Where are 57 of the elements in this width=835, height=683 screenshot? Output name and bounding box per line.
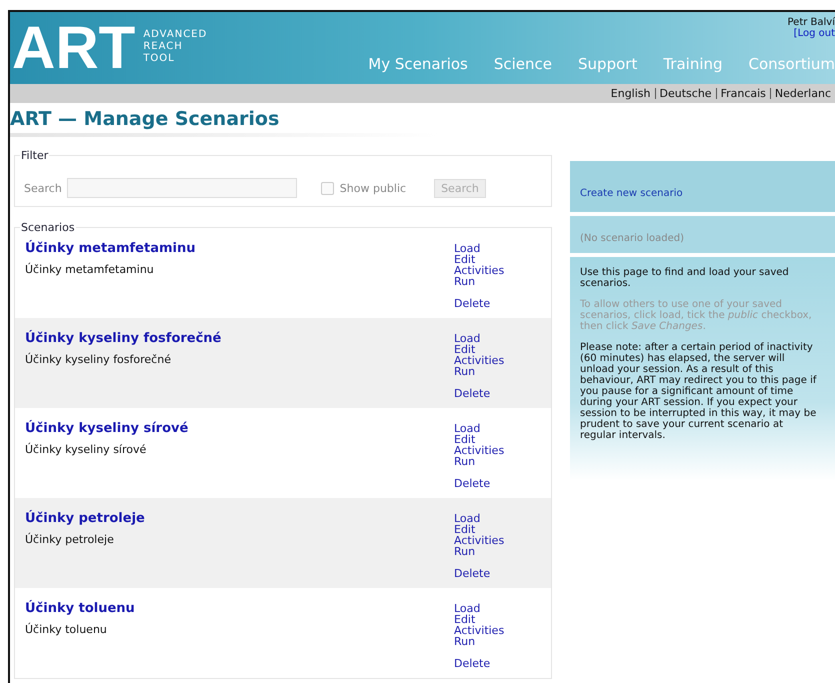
delete-link[interactable]: Delete xyxy=(454,658,551,669)
help-text: Use this page to find and load your saved scenarios. xyxy=(580,267,790,289)
action-link[interactable]: Load xyxy=(454,243,551,254)
action-link[interactable]: Load xyxy=(454,603,551,614)
action-link[interactable]: Run xyxy=(454,636,551,647)
language-link[interactable]: Deutsche xyxy=(654,88,716,99)
delete-link[interactable]: Delete xyxy=(454,568,551,579)
scenario-description: Účinky metamfetaminu xyxy=(25,263,155,276)
help-text: To allow others to use one of your saved scenarios, click load, tick the public checkbox, then click Save Changes. xyxy=(580,299,813,332)
action-link[interactable]: Run xyxy=(454,276,551,287)
action-link[interactable]: Edit xyxy=(454,254,551,265)
action-link[interactable]: Run xyxy=(454,546,551,557)
scenario-title[interactable]: Účinky petroleje xyxy=(25,511,145,526)
action-link[interactable]: Edit xyxy=(454,614,551,625)
help-text: Please note: after a certain period of inactivity (60 minutes) has elapsed, the server will unload your session. As a result of this behaviour, ART may redirect you to this page if you pause for a significant amount of time during your ART session. If you expect your session to be interrupted in this way, it may be prudent to save your current scenario at regular intervals. xyxy=(580,342,818,441)
scenario-description: Účinky petroleje xyxy=(25,533,115,546)
scenario-title[interactable]: Účinky kyseliny sírové xyxy=(25,421,188,436)
logo-text: REACH xyxy=(143,41,184,53)
action-link[interactable]: Activities xyxy=(454,625,551,636)
scenario-description: Účinky kyseliny fosforečné xyxy=(25,353,172,366)
loaded-status: (No scenario loaded) xyxy=(580,233,684,244)
language-link[interactable]: Nederlanc xyxy=(770,88,835,99)
action-link[interactable]: Load xyxy=(454,333,551,344)
action-link[interactable]: Activities xyxy=(454,265,551,276)
delete-link[interactable]: Delete xyxy=(454,478,551,489)
action-link[interactable]: Edit xyxy=(454,524,551,535)
create-scenario-link[interactable]: Create new scenario xyxy=(580,188,683,199)
action-link[interactable]: Run xyxy=(454,366,551,377)
search-field[interactable] xyxy=(66,178,297,198)
scenario-title[interactable]: Účinky kyseliny fosforečné xyxy=(25,331,222,346)
scenario-description: Účinky kyseliny sírové xyxy=(25,443,148,456)
scenarios-legend: Scenarios xyxy=(20,221,76,234)
logo-text: ADVANCED xyxy=(143,29,208,41)
show-public-checkbox[interactable] xyxy=(320,182,334,194)
page-title: ART — Manage Scenarios xyxy=(10,107,280,132)
language-link[interactable]: English xyxy=(606,88,655,99)
scenario-title[interactable]: Účinky toluenu xyxy=(25,601,135,616)
action-link[interactable]: Edit xyxy=(454,344,551,355)
language-link[interactable]: Francais xyxy=(716,88,770,99)
show-public-label: Show public xyxy=(340,182,406,194)
logo-text: TOOL xyxy=(143,53,176,65)
delete-link[interactable]: Delete xyxy=(454,298,551,309)
logout-link[interactable]: [Log out xyxy=(794,28,835,39)
logo-mark: ART xyxy=(12,15,136,81)
delete-link[interactable]: Delete xyxy=(454,388,551,399)
action-link[interactable]: Activities xyxy=(454,355,551,366)
search-label: Search xyxy=(24,182,62,194)
filter-legend: Filter xyxy=(20,149,50,162)
action-link[interactable]: Run xyxy=(454,456,551,467)
scenario-title[interactable]: Účinky metamfetaminu xyxy=(25,241,196,256)
scenario-description: Účinky toluenu xyxy=(25,623,108,636)
action-link[interactable]: Load xyxy=(454,423,551,434)
action-link[interactable]: Load xyxy=(454,513,551,524)
action-link[interactable]: Edit xyxy=(454,434,551,445)
action-link[interactable]: Activities xyxy=(454,535,551,546)
action-link[interactable]: Activities xyxy=(454,445,551,456)
user-name: Petr Balví xyxy=(788,17,835,28)
